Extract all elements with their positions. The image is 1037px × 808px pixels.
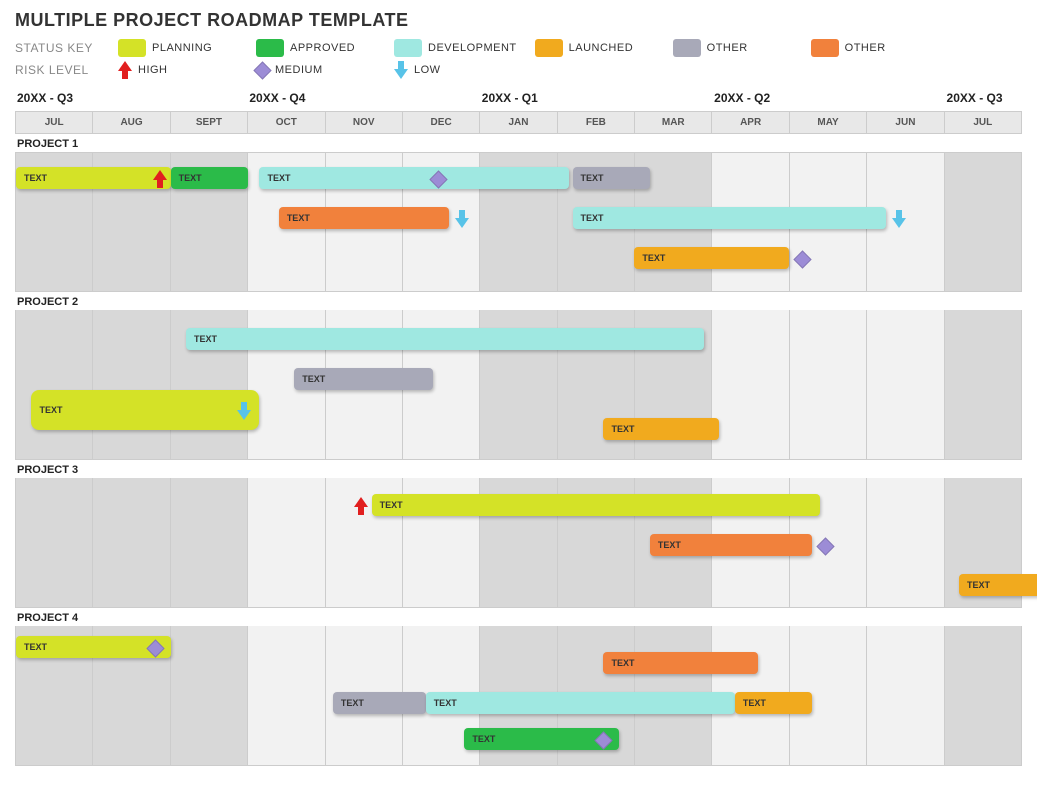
risk-legend-label: HIGH [138, 64, 168, 76]
diamond-icon [816, 537, 834, 555]
status-legend-item: OTHER [673, 39, 793, 57]
arrow-up-icon [118, 61, 132, 79]
roadmap-bar[interactable]: TEXT [735, 692, 812, 714]
project-title: PROJECT 2 [15, 292, 1022, 310]
risk-legend-item: MEDIUM [256, 64, 376, 77]
status-legend-label: DEVELOPMENT [428, 42, 517, 54]
status-swatch [811, 39, 839, 57]
arrow-up-icon [153, 170, 167, 188]
risk-marker [352, 495, 370, 517]
diamond-icon [595, 731, 613, 749]
quarter-label: 20XX - Q4 [247, 91, 324, 111]
month-label: JUN [867, 112, 944, 133]
quarter-header-row: 20XX - Q3 20XX - Q4 20XX - Q1 20XX - Q2 20XX… [15, 91, 1022, 111]
month-label: JUL [16, 112, 93, 133]
risk-marker [151, 168, 169, 190]
arrow-down-icon [455, 210, 469, 228]
risk-legend-label: MEDIUM [275, 64, 323, 76]
diamond-icon [146, 639, 164, 657]
roadmap-bar[interactable]: TEXT [279, 207, 449, 229]
status-legend-row: STATUS KEY PLANNING APPROVED DEVELOPMENT LA… [15, 39, 1022, 57]
risk-marker [793, 248, 811, 270]
status-legend-item: APPROVED [256, 39, 376, 57]
arrow-down-icon [237, 402, 251, 420]
quarter-label: 20XX - Q2 [712, 91, 789, 111]
month-header-row: JULAUGSEPTOCTNOVDECJANFEBMARAPRMAYJUNJUL [15, 111, 1022, 134]
status-swatch [535, 39, 563, 57]
status-legend-label: OTHER [845, 42, 886, 54]
project-title: PROJECT 3 [15, 460, 1022, 478]
month-label: FEB [558, 112, 635, 133]
month-label: MAY [790, 112, 867, 133]
project-lane: TEXTTEXTTEXTTEXTTEXTTEXTTEXT [15, 152, 1022, 292]
month-label: MAR [635, 112, 712, 133]
quarter-label: 20XX - Q3 [15, 91, 92, 111]
risk-marker [453, 208, 471, 230]
project-lane: TEXTTEXTTEXT [15, 478, 1022, 608]
status-swatch [256, 39, 284, 57]
roadmap-bar[interactable]: TEXT [426, 692, 735, 714]
roadmap-bar[interactable]: TEXT [333, 692, 426, 714]
status-swatch [118, 39, 146, 57]
risk-marker [595, 729, 613, 751]
diamond-icon [793, 250, 811, 268]
project-lane: TEXTTEXTTEXTTEXTTEXTTEXT [15, 626, 1022, 766]
month-label: NOV [326, 112, 403, 133]
roadmap-bar[interactable]: TEXT [959, 574, 1037, 596]
roadmap-bar[interactable]: TEXT [372, 494, 820, 516]
roadmap-bar[interactable]: TEXT [650, 534, 812, 556]
arrow-up-icon [354, 497, 368, 515]
month-label: OCT [248, 112, 325, 133]
month-label: DEC [403, 112, 480, 133]
roadmap-bar[interactable]: TEXT [294, 368, 433, 390]
status-legend-item: PLANNING [118, 39, 238, 57]
risk-marker [235, 400, 253, 422]
roadmap-bar[interactable]: TEXT [16, 167, 171, 189]
status-legend-label: PLANNING [152, 42, 212, 54]
arrow-down-icon [892, 210, 906, 228]
roadmap-bar[interactable]: TEXT [573, 207, 886, 229]
status-legend-label: LAUNCHED [569, 42, 634, 54]
risk-marker [816, 535, 834, 557]
roadmap-bar[interactable]: TEXT [259, 167, 568, 189]
page-title: MULTIPLE PROJECT ROADMAP TEMPLATE [15, 10, 1022, 31]
quarter-label: 20XX - Q3 [945, 91, 1022, 111]
month-label: SEPT [171, 112, 248, 133]
roadmap-bar[interactable]: TEXT [31, 390, 259, 430]
risk-legend-label: LOW [414, 64, 441, 76]
risk-marker [147, 637, 165, 659]
month-label: JUL [945, 112, 1022, 133]
roadmap-bar[interactable]: TEXT [186, 328, 704, 350]
diamond-icon [253, 61, 271, 79]
risk-legend-item: HIGH [118, 61, 238, 79]
project-title: PROJECT 4 [15, 608, 1022, 626]
diamond-icon [429, 170, 447, 188]
month-label: APR [712, 112, 789, 133]
risk-legend-row: RISK LEVEL HIGH MEDIUM LOW [15, 61, 1022, 79]
roadmap-bar[interactable]: TEXT [603, 652, 758, 674]
project-title: PROJECT 1 [15, 134, 1022, 152]
status-key-label: STATUS KEY [15, 41, 100, 55]
month-label: AUG [93, 112, 170, 133]
status-legend-item: DEVELOPMENT [394, 39, 517, 57]
status-legend-label: OTHER [707, 42, 748, 54]
roadmap-bar[interactable]: TEXT [171, 167, 248, 189]
month-label: JAN [480, 112, 557, 133]
project-lane: TEXT TEXT TEXT TEXT [15, 310, 1022, 460]
timeline: 20XX - Q3 20XX - Q4 20XX - Q1 20XX - Q2 20XX… [15, 91, 1022, 766]
risk-marker [890, 208, 908, 230]
roadmap-bar[interactable]: TEXT [634, 247, 789, 269]
status-legend-item: OTHER [811, 39, 931, 57]
status-swatch [394, 39, 422, 57]
arrow-down-icon [394, 61, 408, 79]
quarter-label: 20XX - Q1 [480, 91, 557, 111]
status-legend-item: LAUNCHED [535, 39, 655, 57]
status-swatch [673, 39, 701, 57]
risk-level-label: RISK LEVEL [15, 63, 100, 77]
roadmap-bar[interactable]: TEXT [603, 418, 719, 440]
roadmap-bar[interactable]: TEXT [573, 167, 650, 189]
risk-legend-item: LOW [394, 61, 514, 79]
status-legend-label: APPROVED [290, 42, 355, 54]
risk-marker [430, 168, 448, 190]
